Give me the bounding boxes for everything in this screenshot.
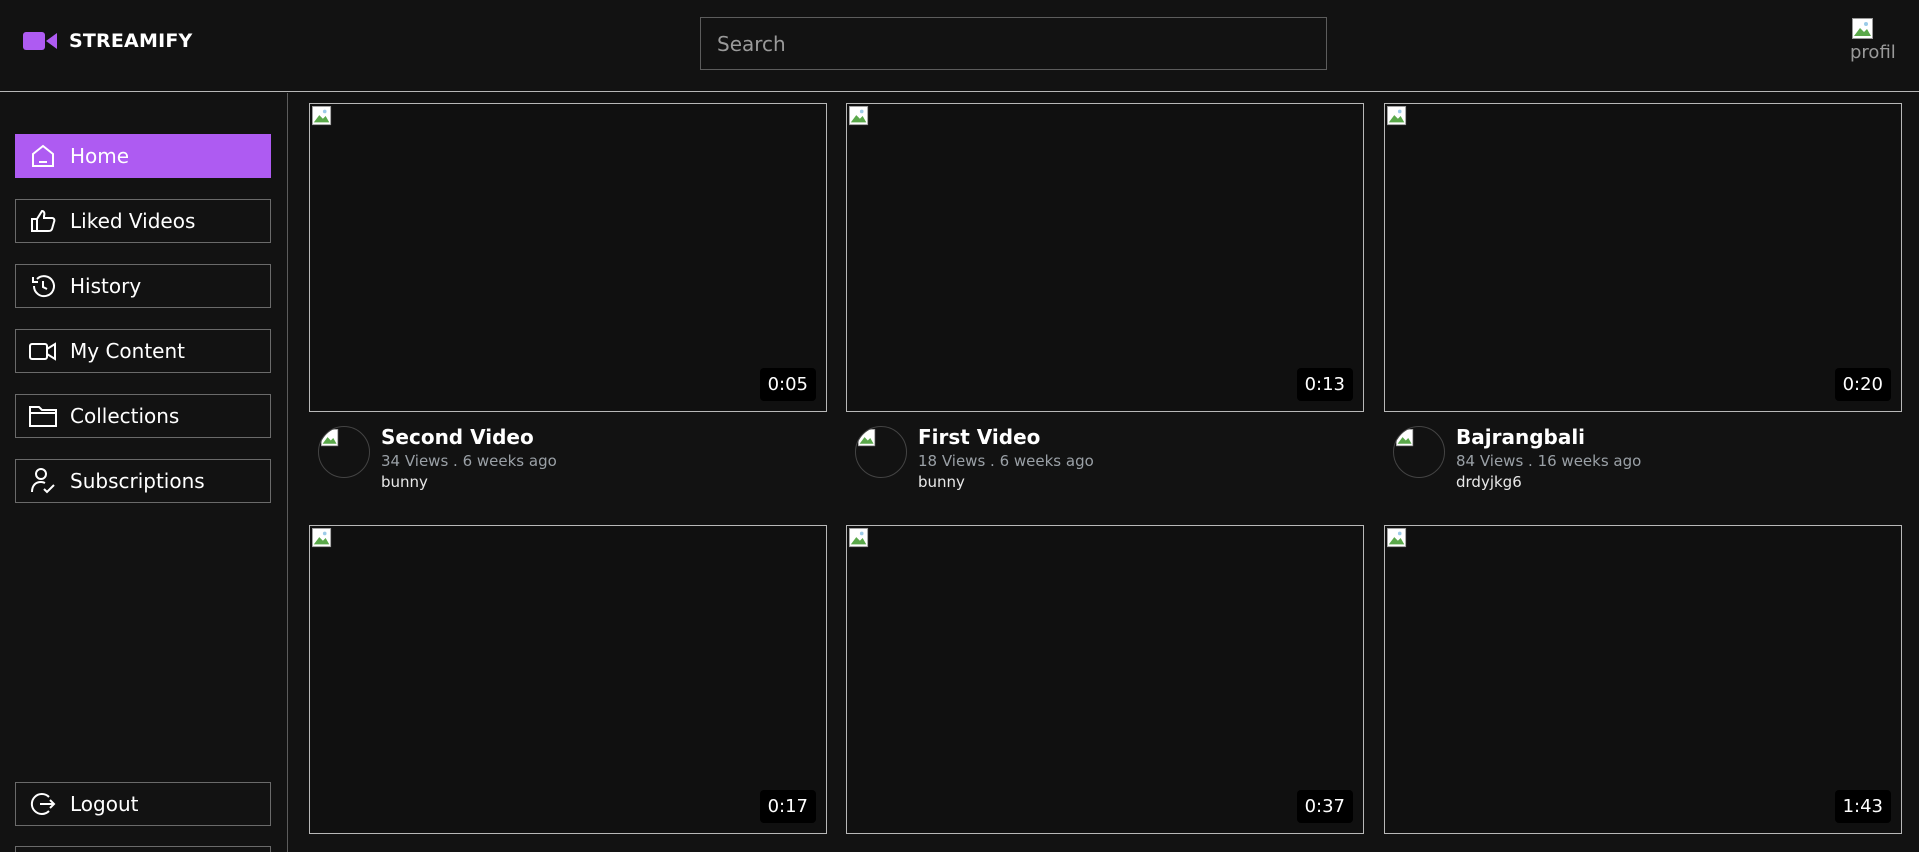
broken-image-icon [321, 429, 339, 447]
video-thumbnail[interactable]: 1:43 [1384, 525, 1902, 834]
duration-badge: 0:05 [759, 368, 816, 401]
logout-button[interactable]: Logout [15, 782, 271, 826]
video-title[interactable]: Second Video [381, 425, 534, 449]
channel-avatar[interactable] [855, 426, 907, 478]
folder-icon [28, 401, 58, 431]
video-title[interactable]: Bajrangbali [1456, 425, 1585, 449]
user-check-icon [28, 466, 58, 496]
logout-icon [28, 789, 58, 819]
duration-badge: 0:37 [1296, 790, 1353, 823]
sidebar-item-label: Collections [70, 404, 180, 428]
channel-avatar[interactable] [318, 426, 370, 478]
search-input[interactable] [700, 17, 1327, 70]
broken-image-icon [312, 528, 332, 548]
broken-image-icon [1387, 528, 1407, 548]
sidebar-item-subscriptions[interactable]: Subscriptions [15, 459, 271, 503]
duration-badge: 1:43 [1834, 790, 1891, 823]
video-camera-icon [28, 336, 58, 366]
video-thumbnail[interactable]: 0:20 [1384, 103, 1902, 412]
brand-logo[interactable]: STREAMIFY [23, 30, 192, 52]
video-meta: 34 Views . 6 weeks ago [381, 452, 557, 470]
sidebar-item-liked-videos[interactable]: Liked Videos [15, 199, 271, 243]
broken-image-icon [1396, 429, 1414, 447]
duration-badge: 0:20 [1834, 368, 1891, 401]
sidebar-item-label: Subscriptions [70, 469, 205, 493]
broken-image-icon [849, 528, 869, 548]
video-meta: 18 Views . 6 weeks ago [918, 452, 1094, 470]
sidebar-item-label: My Content [70, 339, 185, 363]
video-thumbnail[interactable]: 0:05 [309, 103, 827, 412]
channel-name[interactable]: bunny [381, 473, 428, 491]
sidebar-item-history[interactable]: History [15, 264, 271, 308]
video-meta: 84 Views . 16 weeks ago [1456, 452, 1642, 470]
sidebar: Home Liked Videos History My Content Col… [0, 93, 288, 852]
video-title[interactable]: First Video [918, 425, 1040, 449]
profile-avatar[interactable]: profil [1850, 18, 1902, 66]
duration-badge: 0:13 [1296, 368, 1353, 401]
brand-name: STREAMIFY [69, 30, 193, 52]
video-camera-logo-icon [23, 32, 57, 50]
channel-name[interactable]: drdyjkg6 [1456, 473, 1522, 491]
broken-image-icon [312, 106, 332, 126]
history-icon [28, 271, 58, 301]
broken-image-icon [849, 106, 869, 126]
sidebar-item-home[interactable]: Home [15, 134, 271, 178]
channel-avatar[interactable] [1393, 426, 1445, 478]
video-thumbnail[interactable]: 0:17 [309, 525, 827, 834]
broken-image-icon [858, 429, 876, 447]
top-header: STREAMIFY profil [0, 0, 1919, 92]
logout-label: Logout [70, 792, 139, 816]
broken-image-icon [1387, 106, 1407, 126]
channel-name[interactable]: bunny [918, 473, 965, 491]
video-thumbnail[interactable]: 0:37 [846, 525, 1364, 834]
broken-image-icon [1852, 18, 1873, 39]
sidebar-item-cutoff[interactable] [15, 846, 271, 852]
sidebar-item-label: History [70, 274, 142, 298]
profile-alt-text: profil [1850, 42, 1896, 63]
sidebar-item-my-content[interactable]: My Content [15, 329, 271, 373]
sidebar-item-label: Home [70, 144, 130, 168]
home-icon [28, 141, 58, 171]
duration-badge: 0:17 [759, 790, 816, 823]
sidebar-item-label: Liked Videos [70, 209, 196, 233]
sidebar-item-collections[interactable]: Collections [15, 394, 271, 438]
video-thumbnail[interactable]: 0:13 [846, 103, 1364, 412]
thumbs-up-icon [28, 206, 58, 236]
